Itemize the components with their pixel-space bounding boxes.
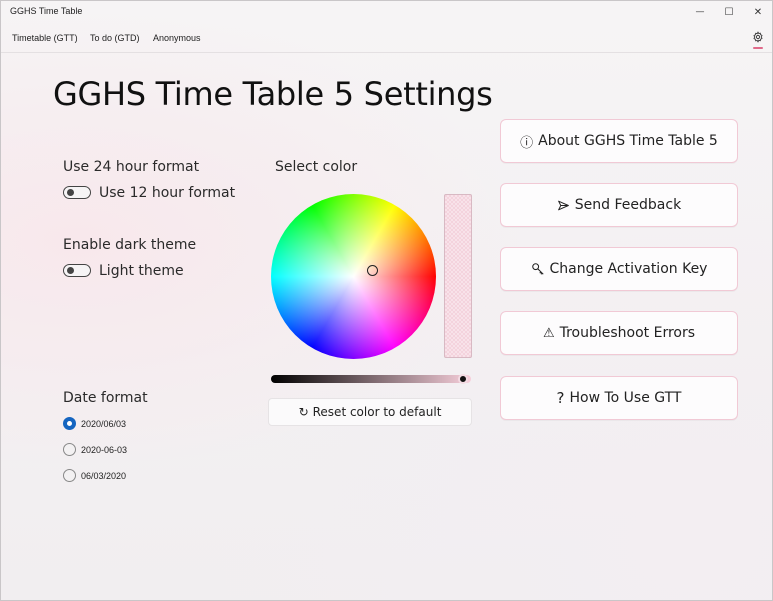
- radio-button[interactable]: [63, 469, 76, 482]
- about-button[interactable]: ⓘ About GGHS Time Table 5: [500, 119, 738, 163]
- nav-item-timetable[interactable]: Timetable (GTT): [12, 33, 78, 43]
- send-feedback-button[interactable]: Send Feedback: [500, 183, 738, 227]
- dark-theme-toggle-label: Light theme: [99, 263, 184, 279]
- send-feedback-label: Send Feedback: [574, 197, 682, 213]
- active-tab-indicator: [753, 47, 763, 49]
- warning-icon: ⚠: [542, 325, 555, 341]
- troubleshoot-errors-button[interactable]: ⚠ Troubleshoot Errors: [500, 311, 738, 355]
- nav-item-todo[interactable]: To do (GTD): [90, 33, 140, 43]
- time-format-header: Use 24 hour format: [63, 159, 200, 175]
- color-value-slider-thumb[interactable]: [458, 374, 468, 384]
- close-icon: ✕: [753, 6, 763, 18]
- troubleshoot-errors-label: Troubleshoot Errors: [559, 325, 696, 341]
- color-picker-header: Select color: [275, 159, 358, 175]
- key-icon: [531, 262, 545, 276]
- time-format-toggle-label: Use 12 hour format: [99, 185, 236, 201]
- radio-label: 2020/06/03: [81, 418, 127, 429]
- nav-divider: [1, 52, 772, 53]
- radio-button[interactable]: [63, 443, 76, 456]
- info-icon: ⓘ: [520, 135, 534, 151]
- title-bar: GGHS Time Table — ☐ ✕: [1, 1, 772, 23]
- color-wheel[interactable]: [271, 194, 436, 359]
- change-activation-key-button[interactable]: Change Activation Key: [500, 247, 738, 291]
- radio-label: 06/03/2020: [81, 470, 127, 481]
- settings-button[interactable]: [751, 30, 765, 44]
- toggle-knob: [67, 189, 74, 196]
- page-title: GGHS Time Table 5 Settings: [53, 75, 493, 113]
- radio-label: 2020-06-03: [81, 444, 128, 455]
- dark-theme-toggle[interactable]: [63, 264, 91, 277]
- question-icon: ?: [556, 389, 565, 407]
- color-wheel-selector[interactable]: [367, 265, 378, 276]
- how-to-use-label: How To Use GTT: [569, 390, 682, 406]
- refresh-icon: ↻: [298, 405, 309, 419]
- color-value-slider[interactable]: [271, 375, 471, 383]
- time-format-toggle[interactable]: [63, 186, 91, 199]
- send-icon: [557, 199, 570, 212]
- app-window: GGHS Time Table — ☐ ✕ Timetable (GTT) To…: [0, 0, 773, 601]
- gear-icon: [753, 31, 763, 43]
- maximize-button[interactable]: ☐: [714, 1, 744, 23]
- theme-header: Enable dark theme: [63, 237, 197, 253]
- reset-color-label: Reset color to default: [312, 405, 442, 419]
- date-format-option-3[interactable]: 06/03/2020: [63, 469, 126, 482]
- close-button[interactable]: ✕: [743, 1, 772, 23]
- date-format-option-1[interactable]: 2020/06/03: [63, 417, 126, 430]
- change-activation-key-label: Change Activation Key: [549, 261, 708, 277]
- reset-color-button[interactable]: ↻ Reset color to default: [268, 398, 472, 426]
- radio-button[interactable]: [63, 417, 76, 430]
- how-to-use-button[interactable]: ? How To Use GTT: [500, 376, 738, 420]
- maximize-icon: ☐: [724, 6, 734, 18]
- top-navigation: Timetable (GTT) To do (GTD) Anonymous: [1, 27, 772, 49]
- about-button-label: About GGHS Time Table 5: [538, 133, 718, 149]
- window-title: GGHS Time Table: [10, 6, 83, 16]
- color-preview-swatch: [444, 194, 472, 358]
- date-format-option-2[interactable]: 2020-06-03: [63, 443, 127, 456]
- date-format-header: Date format: [63, 390, 148, 406]
- minimize-button[interactable]: —: [685, 1, 715, 23]
- toggle-knob: [67, 267, 74, 274]
- minimize-icon: —: [695, 7, 705, 17]
- nav-item-anonymous[interactable]: Anonymous: [153, 33, 201, 43]
